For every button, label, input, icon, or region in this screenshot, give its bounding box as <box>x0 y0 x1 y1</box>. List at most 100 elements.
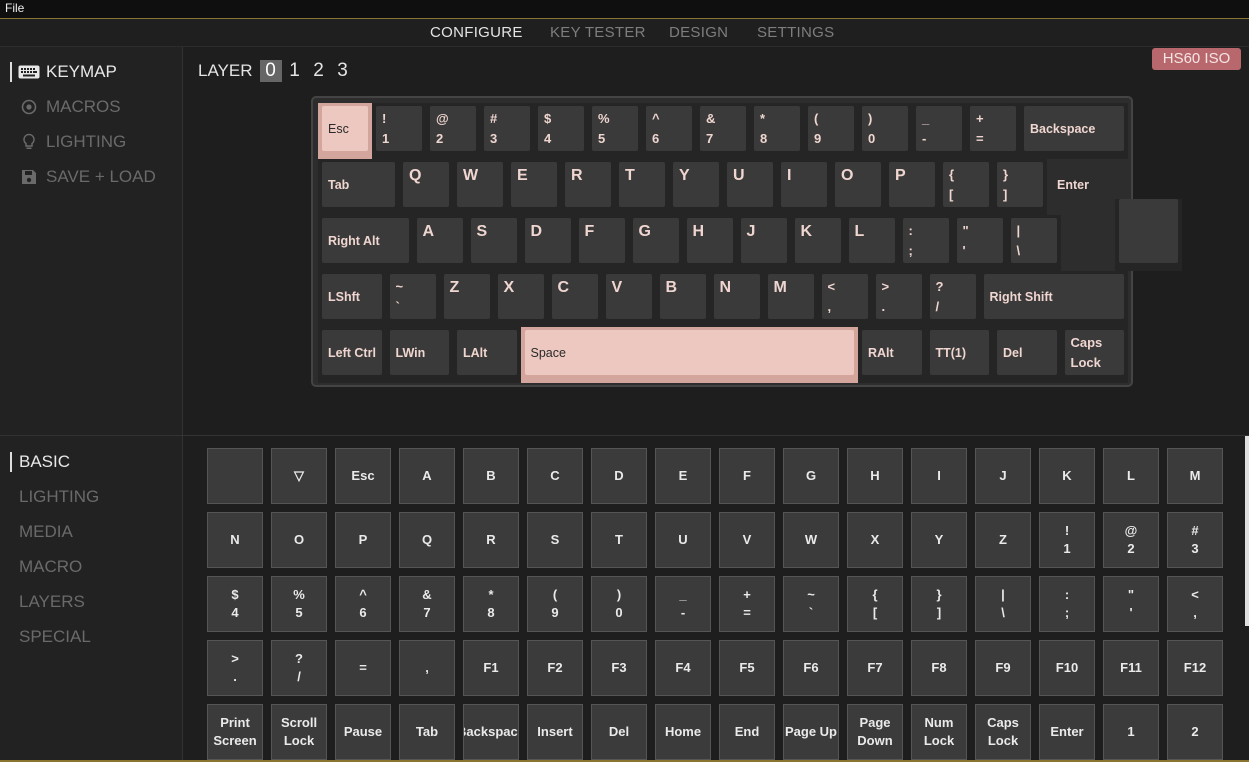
keycode-i[interactable]: I <box>911 448 967 504</box>
tab-key-tester[interactable]: KEY TESTER <box>550 24 646 41</box>
key-backspace[interactable]: Backspace <box>1020 103 1128 159</box>
key-g[interactable]: G <box>628 215 683 271</box>
keycode-4[interactable]: $4 <box>207 576 263 632</box>
key-del[interactable]: Del <box>993 327 1061 383</box>
key-n[interactable]: N <box>709 271 764 327</box>
keycode-r2c11[interactable]: }] <box>911 576 967 632</box>
keycode-q[interactable]: Q <box>399 512 455 568</box>
keycode-2[interactable]: 2 <box>1167 704 1223 760</box>
keycode-p[interactable]: P <box>335 512 391 568</box>
key-enter-extension[interactable] <box>1114 199 1182 271</box>
keycode-d[interactable]: D <box>591 448 647 504</box>
keycode-f11[interactable]: F11 <box>1103 640 1159 696</box>
key-sym[interactable]: }] <box>993 159 1047 215</box>
key-tt-1[interactable]: TT(1) <box>925 327 993 383</box>
keycode-8[interactable]: * 8 <box>463 576 519 632</box>
picker-scrollbar[interactable] <box>1245 436 1249 626</box>
keycode-tab[interactable]: Tab <box>399 704 455 760</box>
key-x[interactable]: X <box>493 271 548 327</box>
keycode-2[interactable]: @2 <box>1103 512 1159 568</box>
key-9[interactable]: (9 <box>804 103 858 159</box>
key-sym[interactable]: | \ <box>1006 215 1061 271</box>
keycode-h[interactable]: H <box>847 448 903 504</box>
keycode-home[interactable]: Home <box>655 704 711 760</box>
keycode-r3c3[interactable]: , <box>399 640 455 696</box>
keycode-g[interactable]: G <box>783 448 839 504</box>
key-a[interactable]: A <box>412 215 467 271</box>
key-7[interactable]: & 7 <box>696 103 750 159</box>
category-layers[interactable]: LAYERS <box>19 592 85 612</box>
keycode-s[interactable]: S <box>527 512 583 568</box>
sidebar-item-save-load[interactable]: SAVE + LOAD <box>18 167 156 187</box>
keycode-w[interactable]: W <box>783 512 839 568</box>
layer-3-button[interactable]: 3 <box>332 60 354 82</box>
key-esc[interactable]: Esc <box>318 103 372 159</box>
key-r[interactable]: R <box>561 159 615 215</box>
keycode-r2c12[interactable]: | \ <box>975 576 1031 632</box>
key-sym[interactable]: " ' <box>952 215 1007 271</box>
key-k[interactable]: K <box>790 215 845 271</box>
key-p[interactable]: P <box>885 159 939 215</box>
keycode-print-screen[interactable]: Print Screen <box>207 704 263 760</box>
keycode-f12[interactable]: F12 <box>1167 640 1223 696</box>
keycode-enter[interactable]: Enter <box>1039 704 1095 760</box>
keycode-f9[interactable]: F9 <box>975 640 1031 696</box>
keycode-1[interactable]: ! 1 <box>1039 512 1095 568</box>
key-ralt[interactable]: RAlt <box>858 327 926 383</box>
key-1[interactable]: ! 1 <box>372 103 426 159</box>
keycode-t[interactable]: T <box>591 512 647 568</box>
key-o[interactable]: O <box>831 159 885 215</box>
key-z[interactable]: Z <box>439 271 494 327</box>
key-y[interactable]: Y <box>669 159 723 215</box>
keycode-num-lock[interactable]: Num Lock <box>911 704 967 760</box>
keycode-l[interactable]: L <box>1103 448 1159 504</box>
keycode-r0c1[interactable]: ▽ <box>271 448 327 504</box>
keycode-f10[interactable]: F10 <box>1039 640 1095 696</box>
keycode-scroll-lock[interactable]: Scroll Lock <box>271 704 327 760</box>
keycode-f5[interactable]: F5 <box>719 640 775 696</box>
key-w[interactable]: W <box>453 159 507 215</box>
key-3[interactable]: #3 <box>480 103 534 159</box>
sidebar-item-lighting[interactable]: LIGHTING <box>18 132 126 152</box>
keycode-9[interactable]: (9 <box>527 576 583 632</box>
keycode-r2c9[interactable]: ~ ` <box>783 576 839 632</box>
key-right-shift[interactable]: Right Shift <box>979 271 1128 327</box>
keycode-pause[interactable]: Pause <box>335 704 391 760</box>
category-lighting[interactable]: LIGHTING <box>19 487 99 507</box>
keycode-r2c10[interactable]: {[ <box>847 576 903 632</box>
key-h[interactable]: H <box>682 215 737 271</box>
keycode-k[interactable]: K <box>1039 448 1095 504</box>
key-sym[interactable]: <, <box>817 271 872 327</box>
key-lalt[interactable]: LAlt <box>453 327 521 383</box>
keycode-r2c7[interactable]: _ - <box>655 576 711 632</box>
keycode-n[interactable]: N <box>207 512 263 568</box>
keycode-end[interactable]: End <box>719 704 775 760</box>
keycode-del[interactable]: Del <box>591 704 647 760</box>
keycode-r2c13[interactable]: :; <box>1039 576 1095 632</box>
key-m[interactable]: M <box>763 271 818 327</box>
key-l[interactable]: L <box>844 215 899 271</box>
keycode-y[interactable]: Y <box>911 512 967 568</box>
key-0[interactable]: ) 0 <box>858 103 912 159</box>
key-t[interactable]: T <box>615 159 669 215</box>
key-caps-lock[interactable]: Caps Lock <box>1060 327 1128 383</box>
key-lwin[interactable]: LWin <box>385 327 453 383</box>
key-space[interactable]: Space <box>520 327 858 383</box>
key-8[interactable]: * 8 <box>750 103 804 159</box>
tab-configure[interactable]: CONFIGURE <box>430 24 523 41</box>
keycode-r2c14[interactable]: " ' <box>1103 576 1159 632</box>
keycode-b[interactable]: B <box>463 448 519 504</box>
keycode-j[interactable]: J <box>975 448 1031 504</box>
keycode-v[interactable]: V <box>719 512 775 568</box>
keycode-r[interactable]: R <box>463 512 519 568</box>
sidebar-item-keymap[interactable]: KEYMAP <box>18 62 117 82</box>
key-left-ctrl[interactable]: Left Ctrl <box>318 327 386 383</box>
keycode-c[interactable]: C <box>527 448 583 504</box>
key-sym[interactable]: {[ <box>939 159 993 215</box>
keycode-a[interactable]: A <box>399 448 455 504</box>
keycode-7[interactable]: & 7 <box>399 576 455 632</box>
keycode-f[interactable]: F <box>719 448 775 504</box>
keycode-page-up[interactable]: Page Up <box>783 704 839 760</box>
layer-0-button[interactable]: 0 <box>259 60 282 82</box>
keycode-m[interactable]: M <box>1167 448 1223 504</box>
